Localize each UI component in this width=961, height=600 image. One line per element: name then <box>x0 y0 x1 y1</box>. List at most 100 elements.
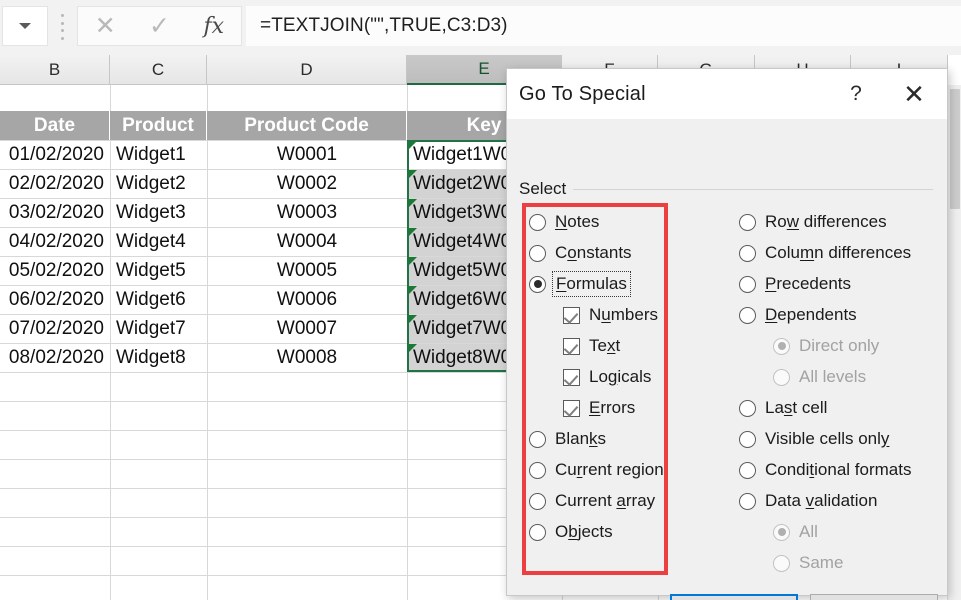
option-row-differences[interactable]: Row differences <box>739 212 887 232</box>
vertical-scrollbar[interactable] <box>947 85 961 600</box>
scrollbar-thumb[interactable] <box>950 89 960 209</box>
option-precedents[interactable]: Precedents <box>739 274 851 294</box>
checkbox-icon[interactable] <box>563 307 580 324</box>
name-box-dropdown[interactable] <box>2 6 48 46</box>
grid-cell[interactable]: 02/02/2020 <box>0 169 110 198</box>
radio-icon[interactable] <box>739 431 756 448</box>
grid-cell[interactable]: 05/02/2020 <box>0 256 110 285</box>
radio-icon[interactable] <box>529 524 546 541</box>
option-label: Logicals <box>589 367 651 387</box>
radio-icon[interactable] <box>739 214 756 231</box>
option-text[interactable]: Text <box>563 336 620 356</box>
grid-cell[interactable]: 04/02/2020 <box>0 227 110 256</box>
option-blanks[interactable]: Blanks <box>529 429 606 449</box>
radio-icon[interactable] <box>529 245 546 262</box>
option-label: Column differences <box>765 243 911 263</box>
radio-icon <box>773 369 790 386</box>
error-indicator-icon <box>409 199 417 207</box>
radio-icon <box>773 338 790 355</box>
grid-cell[interactable]: Widget7 <box>110 314 207 343</box>
grid-cell[interactable]: W0004 <box>207 227 407 256</box>
radio-icon[interactable] <box>739 307 756 324</box>
radio-icon[interactable] <box>529 276 546 293</box>
radio-icon[interactable] <box>739 276 756 293</box>
option-errors[interactable]: Errors <box>563 398 635 418</box>
option-numbers[interactable]: Numbers <box>563 305 658 325</box>
option-label: Current array <box>555 491 655 511</box>
option-conditional-formats[interactable]: Conditional formats <box>739 460 911 480</box>
error-indicator-icon <box>409 257 417 265</box>
radio-icon[interactable] <box>739 400 756 417</box>
option-last-cell[interactable]: Last cell <box>739 398 827 418</box>
grid-cell[interactable]: Widget1 <box>110 140 207 169</box>
column-header-b[interactable]: B <box>0 55 110 85</box>
radio-icon[interactable] <box>739 493 756 510</box>
error-indicator-icon <box>409 315 417 323</box>
option-label: Dependents <box>765 305 857 325</box>
radio-icon[interactable] <box>739 462 756 479</box>
grid-cell[interactable]: W0006 <box>207 285 407 314</box>
option-label: Objects <box>555 522 613 542</box>
help-icon[interactable]: ? <box>843 81 869 107</box>
grid-cell[interactable]: 03/02/2020 <box>0 198 110 227</box>
column-header-c[interactable]: C <box>110 55 207 85</box>
radio-icon <box>773 524 790 541</box>
table-header-cell[interactable]: Date <box>0 111 110 140</box>
dialog-title: Go To Special <box>519 83 646 106</box>
column-header-d[interactable]: D <box>207 55 407 85</box>
radio-icon[interactable] <box>739 245 756 262</box>
option-label: Data validation <box>765 491 877 511</box>
option-label: Blanks <box>555 429 606 449</box>
radio-icon[interactable] <box>529 462 546 479</box>
ok-button[interactable]: OK <box>670 594 798 600</box>
option-objects[interactable]: Objects <box>529 522 613 542</box>
error-indicator-icon <box>409 170 417 178</box>
radio-icon[interactable] <box>529 493 546 510</box>
radio-icon[interactable] <box>529 214 546 231</box>
grid-cell[interactable]: W0003 <box>207 198 407 227</box>
grid-cell[interactable]: W0007 <box>207 314 407 343</box>
cancel-formula-button[interactable]: ✕ <box>78 7 132 45</box>
close-icon[interactable]: ✕ <box>899 79 929 109</box>
cancel-button[interactable]: Cancel <box>810 594 938 600</box>
checkbox-icon[interactable] <box>563 338 580 355</box>
checkbox-icon[interactable] <box>563 400 580 417</box>
option-all-levels: All levels <box>773 367 866 387</box>
grid-cell[interactable]: Widget8 <box>110 343 207 372</box>
radio-icon[interactable] <box>529 431 546 448</box>
grid-cell[interactable]: Widget3 <box>110 198 207 227</box>
option-constants[interactable]: Constants <box>529 243 632 263</box>
enter-formula-button[interactable]: ✓ <box>132 7 186 45</box>
option-label: Same <box>799 553 843 573</box>
option-column-differences[interactable]: Column differences <box>739 243 911 263</box>
insert-function-button[interactable]: fx <box>187 7 241 45</box>
grid-cell[interactable]: Widget6 <box>110 285 207 314</box>
grid-cell[interactable]: Widget5 <box>110 256 207 285</box>
option-data-validation[interactable]: Data validation <box>739 491 877 511</box>
grid-cell[interactable]: W0001 <box>207 140 407 169</box>
grid-cell[interactable]: 06/02/2020 <box>0 285 110 314</box>
option-dependents[interactable]: Dependents <box>739 305 857 325</box>
grid-cell[interactable]: Widget2 <box>110 169 207 198</box>
grid-cell[interactable]: W0005 <box>207 256 407 285</box>
table-header-cell[interactable]: Product Code <box>207 111 407 140</box>
grid-cell[interactable]: W0002 <box>207 169 407 198</box>
grid-cell[interactable]: 08/02/2020 <box>0 343 110 372</box>
table-header-cell[interactable]: Product <box>110 111 207 140</box>
option-visible-cells-only[interactable]: Visible cells only <box>739 429 889 449</box>
option-label: Numbers <box>589 305 658 325</box>
option-label: Formulas <box>555 274 628 294</box>
option-current-region[interactable]: Current region <box>529 460 664 480</box>
option-logicals[interactable]: Logicals <box>563 367 651 387</box>
grid-cell[interactable]: W0008 <box>207 343 407 372</box>
option-formulas[interactable]: Formulas <box>529 274 628 294</box>
grid-cell[interactable]: 07/02/2020 <box>0 314 110 343</box>
drag-grip-icon <box>55 14 69 40</box>
formula-bar: ✕ ✓ fx =TEXTJOIN("",TRUE,C3:D3) <box>0 0 961 55</box>
formula-input[interactable]: =TEXTJOIN("",TRUE,C3:D3) <box>246 6 961 46</box>
checkbox-icon[interactable] <box>563 369 580 386</box>
option-notes[interactable]: Notes <box>529 212 599 232</box>
grid-cell[interactable]: Widget4 <box>110 227 207 256</box>
option-current-array[interactable]: Current array <box>529 491 655 511</box>
grid-cell[interactable]: 01/02/2020 <box>0 140 110 169</box>
